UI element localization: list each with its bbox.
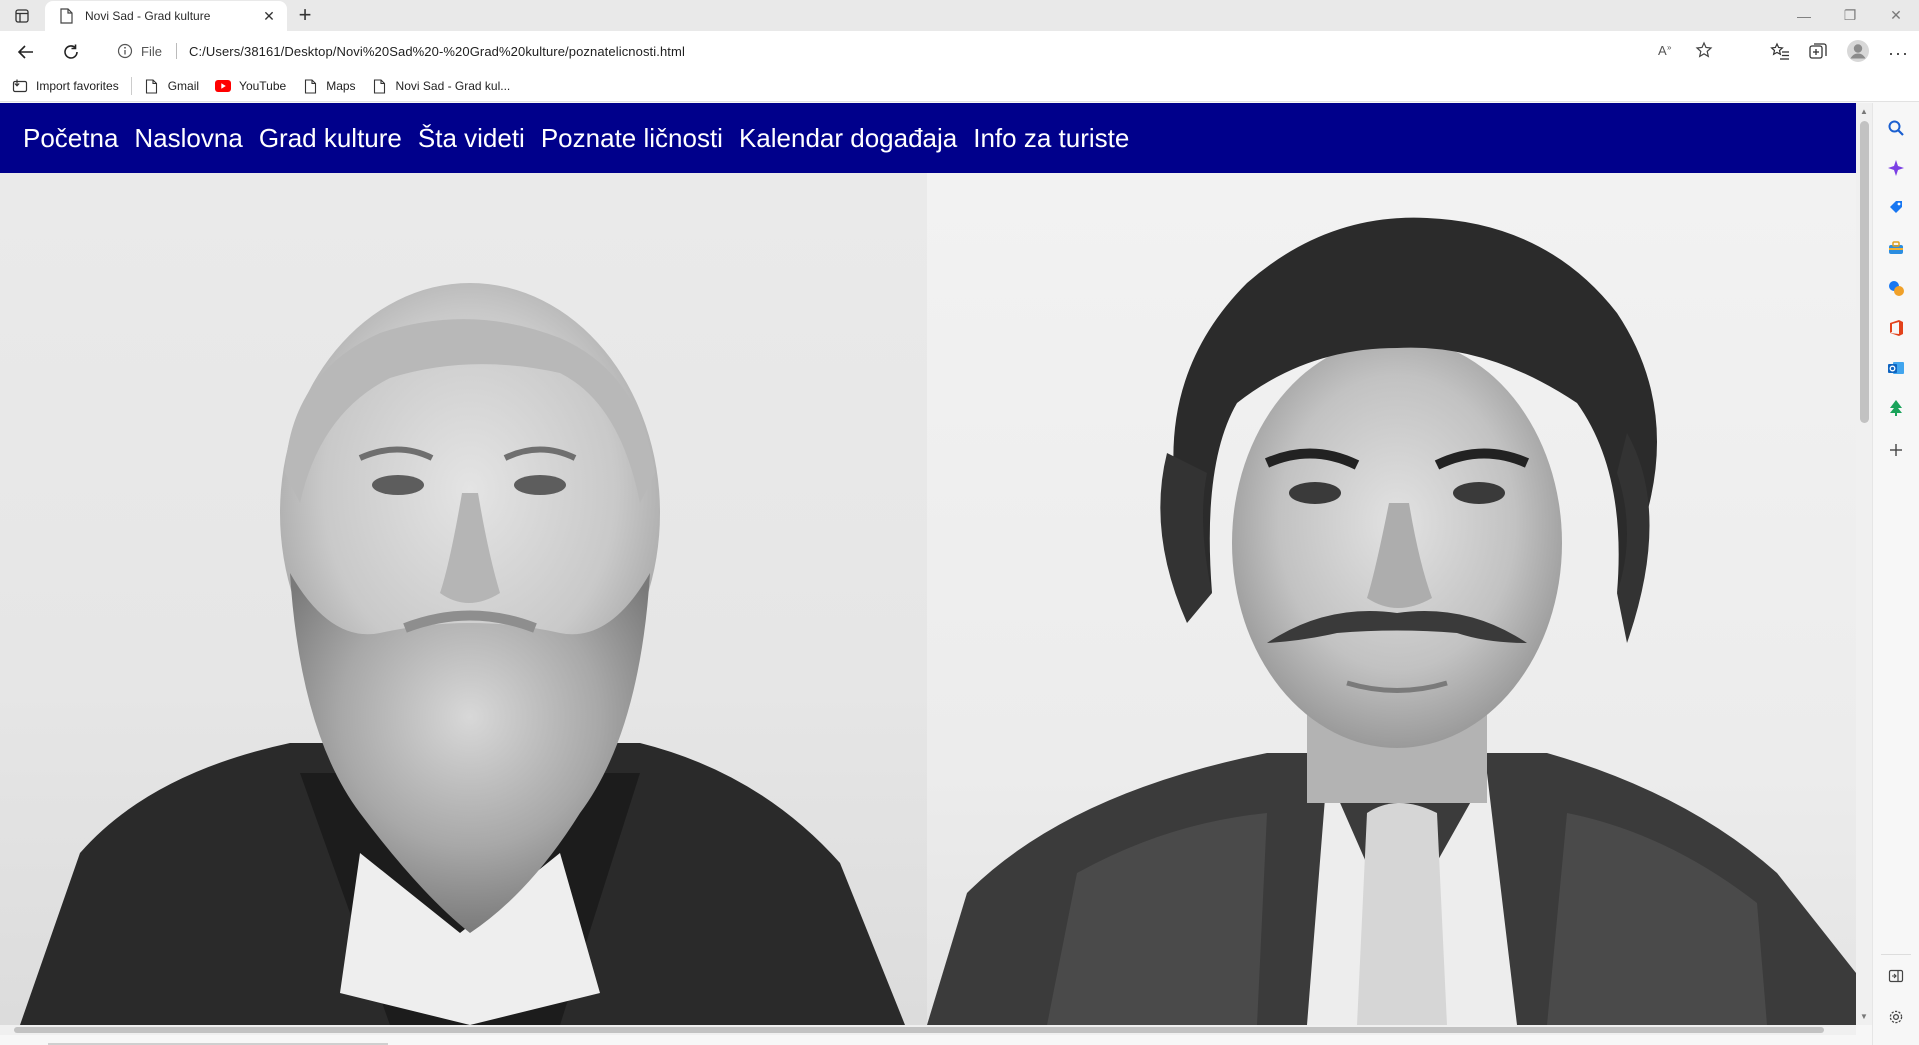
outlook-icon[interactable] [1885, 357, 1907, 379]
address-divider [175, 43, 177, 59]
page-viewport: Početna Naslovna Grad kulture Šta videti… [0, 103, 1856, 1025]
status-strip [0, 1035, 1872, 1045]
nav-link-kalendar-dogadjaja[interactable]: Kalendar događaja [739, 123, 957, 154]
browser-toolbar: File C:/Users/38161/Desktop/Novi%20Sad%2… [0, 31, 1919, 71]
collections-icon[interactable] [1808, 41, 1828, 66]
bookmark-label: Gmail [167, 79, 200, 93]
restore-icon[interactable]: ❐ [1827, 0, 1873, 31]
nav-link-grad-kulture[interactable]: Grad kulture [259, 123, 402, 154]
settings-icon[interactable] [1885, 1006, 1907, 1028]
active-tab[interactable]: Novi Sad - Grad kulture ✕ [45, 1, 287, 31]
address-scheme: File [141, 43, 162, 59]
bookmark-gmail[interactable]: Gmail [144, 78, 199, 94]
page-icon [372, 78, 388, 94]
tab-actions-icon[interactable] [10, 6, 34, 26]
minimize-icon[interactable]: — [1781, 0, 1827, 31]
tab-bar: Novi Sad - Grad kulture ✕ + — ❐ ✕ [0, 0, 1919, 31]
bookmark-novi-sad[interactable]: Novi Sad - Grad kul... [372, 78, 511, 94]
tab-title: Novi Sad - Grad kulture [85, 9, 211, 23]
add-favorite-icon[interactable] [1695, 41, 1713, 64]
portrait-photo-mustached-man [927, 173, 1856, 1025]
youtube-icon [215, 78, 232, 94]
nav-link-poznate-licnosti[interactable]: Poznate ličnosti [541, 123, 723, 154]
bookmark-maps[interactable]: Maps [302, 78, 356, 94]
bookmark-label: Novi Sad - Grad kul... [395, 79, 511, 93]
close-tab-icon[interactable]: ✕ [261, 8, 277, 25]
page-icon [60, 8, 73, 24]
new-tab-button[interactable]: + [293, 3, 317, 27]
address-url[interactable]: C:/Users/38161/Desktop/Novi%20Sad%20-%20… [189, 44, 685, 59]
profile-avatar[interactable] [1846, 39, 1870, 68]
back-icon[interactable] [12, 39, 40, 65]
page-icon [302, 78, 318, 94]
sidebar-divider [1881, 954, 1911, 955]
nav-link-sta-videti[interactable]: Šta videti [418, 123, 525, 154]
nav-link-pocetna[interactable]: Početna [23, 123, 118, 154]
bookmark-label: YouTube [239, 79, 287, 93]
page-icon [144, 78, 160, 94]
site-navigation: Početna Naslovna Grad kulture Šta videti… [0, 103, 1856, 173]
scrollbar-thumb[interactable] [14, 1027, 1824, 1033]
window-controls: — ❐ ✕ [1781, 0, 1919, 31]
vertical-scrollbar[interactable]: ▲ ▼ [1856, 103, 1872, 1025]
copilot-icon[interactable] [1885, 157, 1907, 179]
edge-sidebar [1872, 103, 1919, 1045]
svg-text:A: A [1658, 43, 1667, 58]
horizontal-scrollbar[interactable] [0, 1025, 1856, 1035]
tools-icon[interactable] [1885, 237, 1907, 259]
bookmark-import-favorites[interactable]: Import favorites [12, 78, 119, 94]
info-icon[interactable] [117, 43, 133, 59]
add-icon[interactable] [1885, 439, 1907, 461]
scroll-up-icon[interactable]: ▲ [1860, 107, 1868, 116]
close-window-icon[interactable]: ✕ [1873, 0, 1919, 31]
tree-icon[interactable] [1885, 397, 1907, 419]
import-icon [12, 78, 28, 94]
bookmarks-bar: Import favorites Gmail YouTube Maps Novi… [0, 71, 1919, 102]
scroll-down-icon[interactable]: ▼ [1860, 1012, 1868, 1021]
portrait-photo-bearded-man [0, 173, 927, 1025]
refresh-icon[interactable] [57, 39, 85, 65]
read-aloud-icon[interactable]: A» [1657, 41, 1675, 64]
bookmark-label: Maps [326, 79, 356, 93]
bookmark-youtube[interactable]: YouTube [215, 78, 286, 94]
more-menu-icon[interactable]: ··· [1888, 43, 1909, 64]
shopping-icon[interactable] [1885, 197, 1907, 219]
nav-link-naslovna[interactable]: Naslovna [134, 123, 242, 154]
favorites-icon[interactable] [1770, 41, 1790, 66]
nav-link-info-za-turiste[interactable]: Info za turiste [973, 123, 1129, 154]
games-icon[interactable] [1885, 277, 1907, 299]
search-icon[interactable] [1885, 117, 1907, 139]
bookmark-divider [130, 77, 132, 95]
svg-text:»: » [1667, 43, 1672, 52]
scrollbar-thumb[interactable] [1860, 121, 1869, 423]
hide-sidebar-icon[interactable] [1885, 965, 1907, 987]
address-bar[interactable]: File C:/Users/38161/Desktop/Novi%20Sad%2… [101, 36, 1729, 66]
bookmark-label: Import favorites [36, 79, 119, 93]
office-icon[interactable] [1885, 317, 1907, 339]
